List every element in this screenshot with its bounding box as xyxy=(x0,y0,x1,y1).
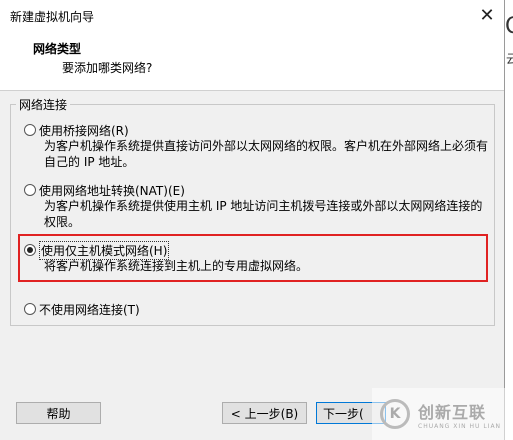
radio-circle xyxy=(24,244,36,256)
option-nat: 使用网络地址转换(NAT)(E) 为客户机操作系统提供使用主机 IP 地址访问主… xyxy=(24,182,494,230)
group-legend: 网络连接 xyxy=(16,96,71,113)
radio-circle xyxy=(24,124,36,136)
window-title: 新建虚拟机向导 xyxy=(10,10,95,24)
help-button[interactable]: 帮助 xyxy=(16,402,101,424)
option-label: 使用仅主机模式网络(H) xyxy=(39,240,170,260)
background-window-edge: O xyxy=(505,14,513,39)
radio-circle xyxy=(24,303,36,315)
option-description: 为客户机操作系统提供直接访问外部以太网网络的权限。客户机在外部网络上必须有自己的… xyxy=(44,139,489,169)
close-button[interactable]: ✕ xyxy=(470,0,504,30)
close-icon: ✕ xyxy=(479,4,495,26)
option-label: 使用网络地址转换(NAT)(E) xyxy=(39,183,185,198)
wizard-header: 网络类型 要添加哪类网络? xyxy=(0,30,504,91)
option-label: 使用桥接网络(R) xyxy=(39,123,129,138)
page-subtitle: 要添加哪类网络? xyxy=(62,61,153,75)
radio-bridged[interactable]: 使用桥接网络(R) xyxy=(24,122,494,138)
option-description: 为客户机操作系统提供使用主机 IP 地址访问主机拨号连接或外部以太网网络连接的权… xyxy=(44,199,483,229)
new-vm-wizard-dialog: 新建虚拟机向导 ✕ 网络类型 要添加哪类网络? 网络连接 使用桥接网络(R) 为… xyxy=(0,0,505,440)
background-window-text: 云 xyxy=(506,52,513,66)
option-label: 不使用网络连接(T) xyxy=(39,302,140,317)
option-no-network: 不使用网络连接(T) xyxy=(24,301,140,317)
page-title: 网络类型 xyxy=(33,42,82,56)
radio-no-network[interactable]: 不使用网络连接(T) xyxy=(24,301,140,317)
option-bridged: 使用桥接网络(R) 为客户机操作系统提供直接访问外部以太网网络的权限。客户机在外… xyxy=(24,122,494,170)
title-bar: 新建虚拟机向导 ✕ xyxy=(0,0,504,30)
radio-host-only[interactable]: 使用仅主机模式网络(H) xyxy=(24,240,494,260)
option-host-only: 使用仅主机模式网络(H) 将客户机操作系统连接到主机上的专用虚拟网络。 xyxy=(24,240,494,274)
radio-circle xyxy=(24,184,36,196)
back-button[interactable]: < 上一步(B) xyxy=(222,402,307,424)
radio-nat[interactable]: 使用网络地址转换(NAT)(E) xyxy=(24,182,494,198)
option-description: 将客户机操作系统连接到主机上的专用虚拟网络。 xyxy=(44,259,309,273)
next-button[interactable]: 下一步( xyxy=(316,402,386,424)
